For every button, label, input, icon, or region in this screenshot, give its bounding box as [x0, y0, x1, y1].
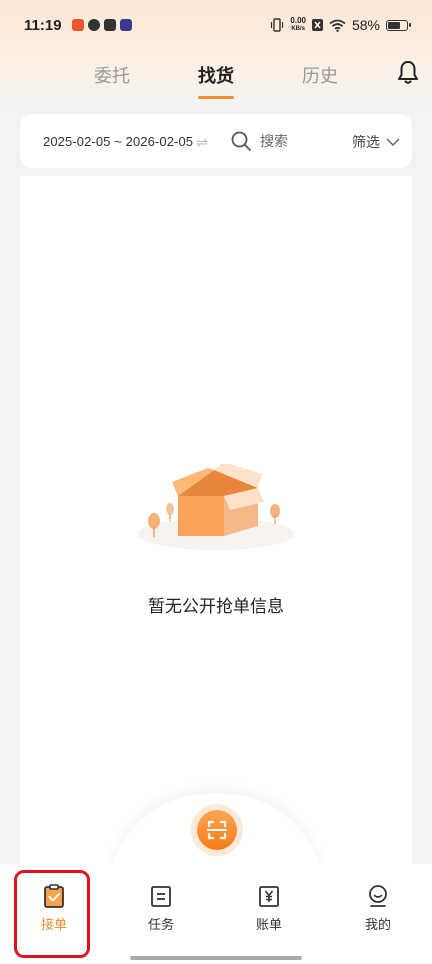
vibrate-icon — [271, 18, 284, 32]
bottom-navigation: 接单 任务 账单 我的 — [0, 864, 432, 964]
notification-app-icon — [103, 19, 116, 31]
active-tab-indicator — [198, 96, 234, 99]
top-tabs: 委托 找货 历史 — [0, 54, 432, 100]
nav-item-bills[interactable]: 账单 — [234, 884, 304, 933]
yen-bill-icon — [259, 886, 279, 907]
bell-icon[interactable] — [396, 60, 420, 86]
tab-history[interactable]: 历史 — [302, 62, 338, 88]
clipboard-check-icon — [44, 884, 64, 908]
empty-box-illustration — [138, 464, 294, 550]
empty-state-message: 暂无公开抢单信息 — [148, 597, 284, 616]
notification-app-icon — [71, 19, 84, 31]
date-range-picker[interactable]: 2025-02-05 ~ 2026-02-05 — [43, 134, 193, 149]
nav-label: 接单 — [40, 917, 67, 932]
order-list-area: 暂无公开抢单信息 — [20, 176, 412, 876]
home-indicator[interactable] — [130, 956, 302, 960]
nav-label: 我的 — [364, 917, 391, 932]
filter-bar: 2025-02-05 ~ 2026-02-05 ⇌ 筛选 — [20, 114, 412, 168]
swap-icon: ⇌ — [196, 134, 208, 150]
battery-percent: 58% — [351, 17, 380, 33]
notification-app-icon — [119, 19, 132, 31]
tab-find-goods[interactable]: 找货 — [198, 62, 234, 88]
no-sim-icon — [311, 19, 323, 31]
nav-label: 账单 — [255, 917, 282, 932]
scan-button[interactable] — [191, 804, 243, 856]
filter-label: 筛选 — [352, 134, 380, 150]
battery-icon — [386, 19, 411, 31]
status-bar: 11:19 0.00 KB/s 58% — [0, 0, 432, 50]
status-time: 11:19 — [24, 16, 62, 34]
search-icon[interactable] — [230, 130, 252, 152]
network-speed: 0.00 KB/s — [290, 16, 306, 33]
search-input[interactable] — [260, 129, 350, 153]
filter-button[interactable]: 筛选 — [352, 132, 400, 152]
nav-label: 任务 — [147, 917, 174, 932]
task-list-icon — [151, 886, 171, 907]
nav-item-profile[interactable]: 我的 — [343, 884, 413, 933]
wifi-icon — [329, 19, 346, 32]
user-icon — [369, 885, 387, 907]
scan-icon — [207, 820, 227, 840]
notification-app-icon — [87, 19, 100, 31]
tab-entrust[interactable]: 委托 — [94, 62, 130, 88]
nav-item-tasks[interactable]: 任务 — [126, 884, 196, 933]
chevron-down-icon — [386, 137, 400, 146]
nav-item-accept-orders[interactable]: 接单 — [19, 884, 89, 933]
